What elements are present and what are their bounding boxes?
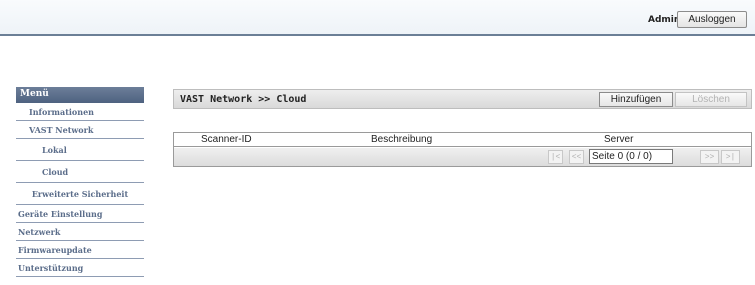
previous-page-button[interactable]: << bbox=[569, 150, 584, 164]
table-header: Scanner-ID Beschreibung Server bbox=[174, 133, 751, 147]
sidebar-item-cloud[interactable]: Cloud bbox=[16, 161, 144, 183]
last-page-button[interactable]: >| bbox=[721, 150, 740, 164]
sidebar-item-vast-network[interactable]: VAST Network bbox=[16, 121, 144, 139]
sidebar-item-firmwareupdate[interactable]: Firmwareupdate bbox=[16, 241, 144, 259]
delete-button[interactable]: Löschen bbox=[675, 92, 747, 107]
menu-title: Menü bbox=[16, 87, 144, 103]
sidebar-item-informationen[interactable]: Informationen bbox=[16, 103, 144, 121]
sidebar-item-netzwerk[interactable]: Netzwerk bbox=[16, 223, 144, 241]
sidebar-item-erweiterte-sicherheit[interactable]: Erweiterte Sicherheit bbox=[16, 183, 144, 205]
sidebar-menu: Menü Informationen VAST Network Lokal Cl… bbox=[16, 87, 144, 277]
add-button[interactable]: Hinzufügen bbox=[599, 92, 673, 107]
pagination-bar: |< << Seite 0 (0 / 0) >> >| bbox=[174, 148, 751, 166]
next-page-button[interactable]: >> bbox=[700, 150, 719, 164]
page-indicator-input[interactable]: Seite 0 (0 / 0) bbox=[589, 149, 673, 164]
user-label: Admin bbox=[648, 15, 681, 25]
section-title-bar: VAST Network >> Cloud Hinzufügen Löschen bbox=[173, 89, 752, 109]
column-header-server[interactable]: Server bbox=[604, 134, 633, 145]
column-header-scanner-id[interactable]: Scanner-ID bbox=[201, 134, 252, 145]
sidebar-item-lokal[interactable]: Lokal bbox=[16, 139, 144, 161]
first-page-button[interactable]: |< bbox=[548, 150, 563, 164]
breadcrumb: VAST Network >> Cloud bbox=[180, 94, 307, 105]
sidebar-item-unterstuetzung[interactable]: Unterstützung bbox=[16, 259, 144, 277]
column-header-beschreibung[interactable]: Beschreibung bbox=[371, 134, 432, 145]
top-header: Admin Ausloggen bbox=[0, 0, 755, 36]
logout-button[interactable]: Ausloggen bbox=[677, 11, 747, 28]
scanner-table: Scanner-ID Beschreibung Server |< << Sei… bbox=[173, 132, 752, 167]
sidebar-item-geraete-einstellung[interactable]: Geräte Einstellung bbox=[16, 205, 144, 223]
